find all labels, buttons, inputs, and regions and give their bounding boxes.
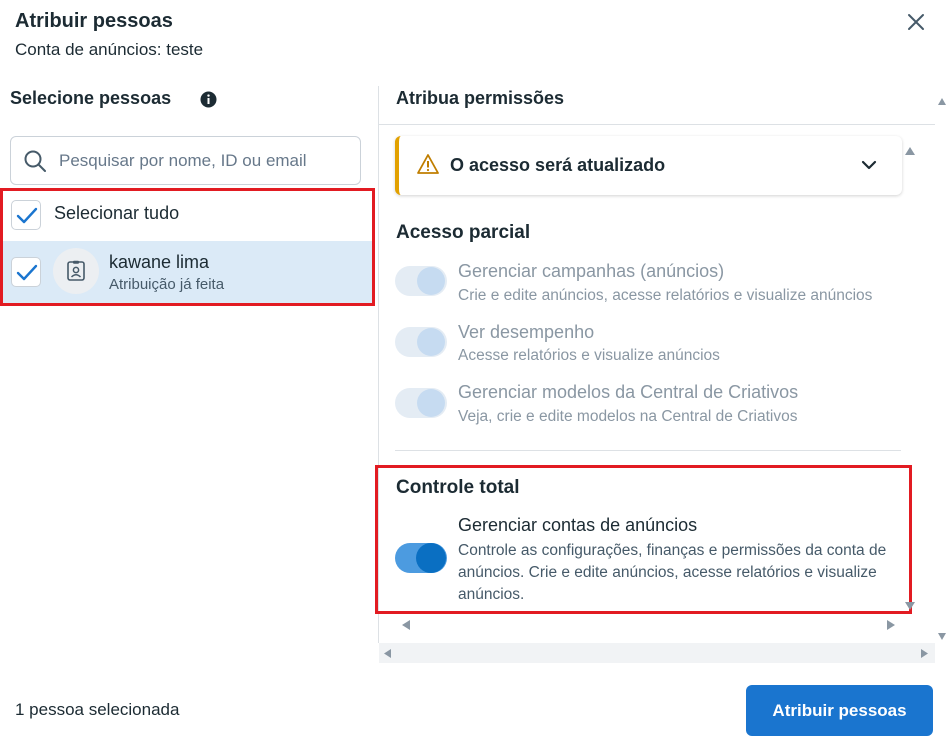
scroll-left-arrow[interactable]: [383, 648, 392, 659]
search-icon: [24, 150, 46, 172]
warning-icon: [417, 154, 439, 174]
outer-scroll-down-arrow[interactable]: [937, 628, 947, 646]
divider: [379, 124, 935, 125]
horizontal-scrollbar[interactable]: [379, 643, 935, 663]
toggle-view-performance[interactable]: [395, 327, 447, 357]
outer-scrollbar[interactable]: [935, 90, 947, 643]
selected-count: 1 pessoa selecionada: [15, 700, 180, 719]
permission-title: Gerenciar campanhas (anúncios): [458, 261, 725, 281]
close-icon: [908, 14, 924, 30]
dialog-subtitle: Conta de anúncios: teste: [15, 40, 204, 59]
permission-title: Gerenciar modelos da Central de Criativo…: [458, 382, 799, 402]
access-update-notice[interactable]: O acesso será atualizado: [395, 136, 902, 195]
scroll-right-arrow[interactable]: [920, 648, 929, 659]
toggle-manage-templates[interactable]: [395, 388, 447, 418]
info-icon[interactable]: [200, 91, 217, 108]
search-field[interactable]: [10, 136, 361, 185]
permission-description: Veja, crie e edite modelos na Central de…: [458, 408, 798, 425]
notice-text: O acesso será atualizado: [450, 155, 666, 175]
toggle-manage-campaigns[interactable]: [395, 266, 447, 296]
assign-permissions-heading: Atribua permissões: [396, 88, 565, 108]
search-input[interactable]: [59, 147, 354, 175]
permission-description: Crie e edite anúncios, acesse relatórios…: [458, 287, 873, 304]
assign-people-button[interactable]: Atribuir pessoas: [746, 685, 933, 736]
partial-access-heading: Acesso parcial: [396, 222, 531, 243]
chevron-down-icon[interactable]: [860, 156, 878, 174]
permission-title: Ver desempenho: [458, 322, 595, 342]
scroll-down-arrow[interactable]: [904, 598, 916, 616]
scroll-up-arrow[interactable]: [904, 143, 916, 161]
dialog-title: Atribuir pessoas: [15, 10, 173, 32]
divider: [395, 450, 901, 451]
permission-description: Acesse relatórios e visualize anúncios: [458, 347, 720, 364]
scroll-left-arrow[interactable]: [401, 618, 411, 636]
scroll-right-arrow[interactable]: [886, 618, 896, 636]
highlight-box-selection: [0, 188, 375, 306]
select-people-heading: Selecione pessoas: [10, 88, 172, 108]
outer-scroll-up-arrow[interactable]: [937, 93, 947, 111]
highlight-box-full-control: [375, 465, 912, 614]
close-button[interactable]: [903, 9, 929, 35]
